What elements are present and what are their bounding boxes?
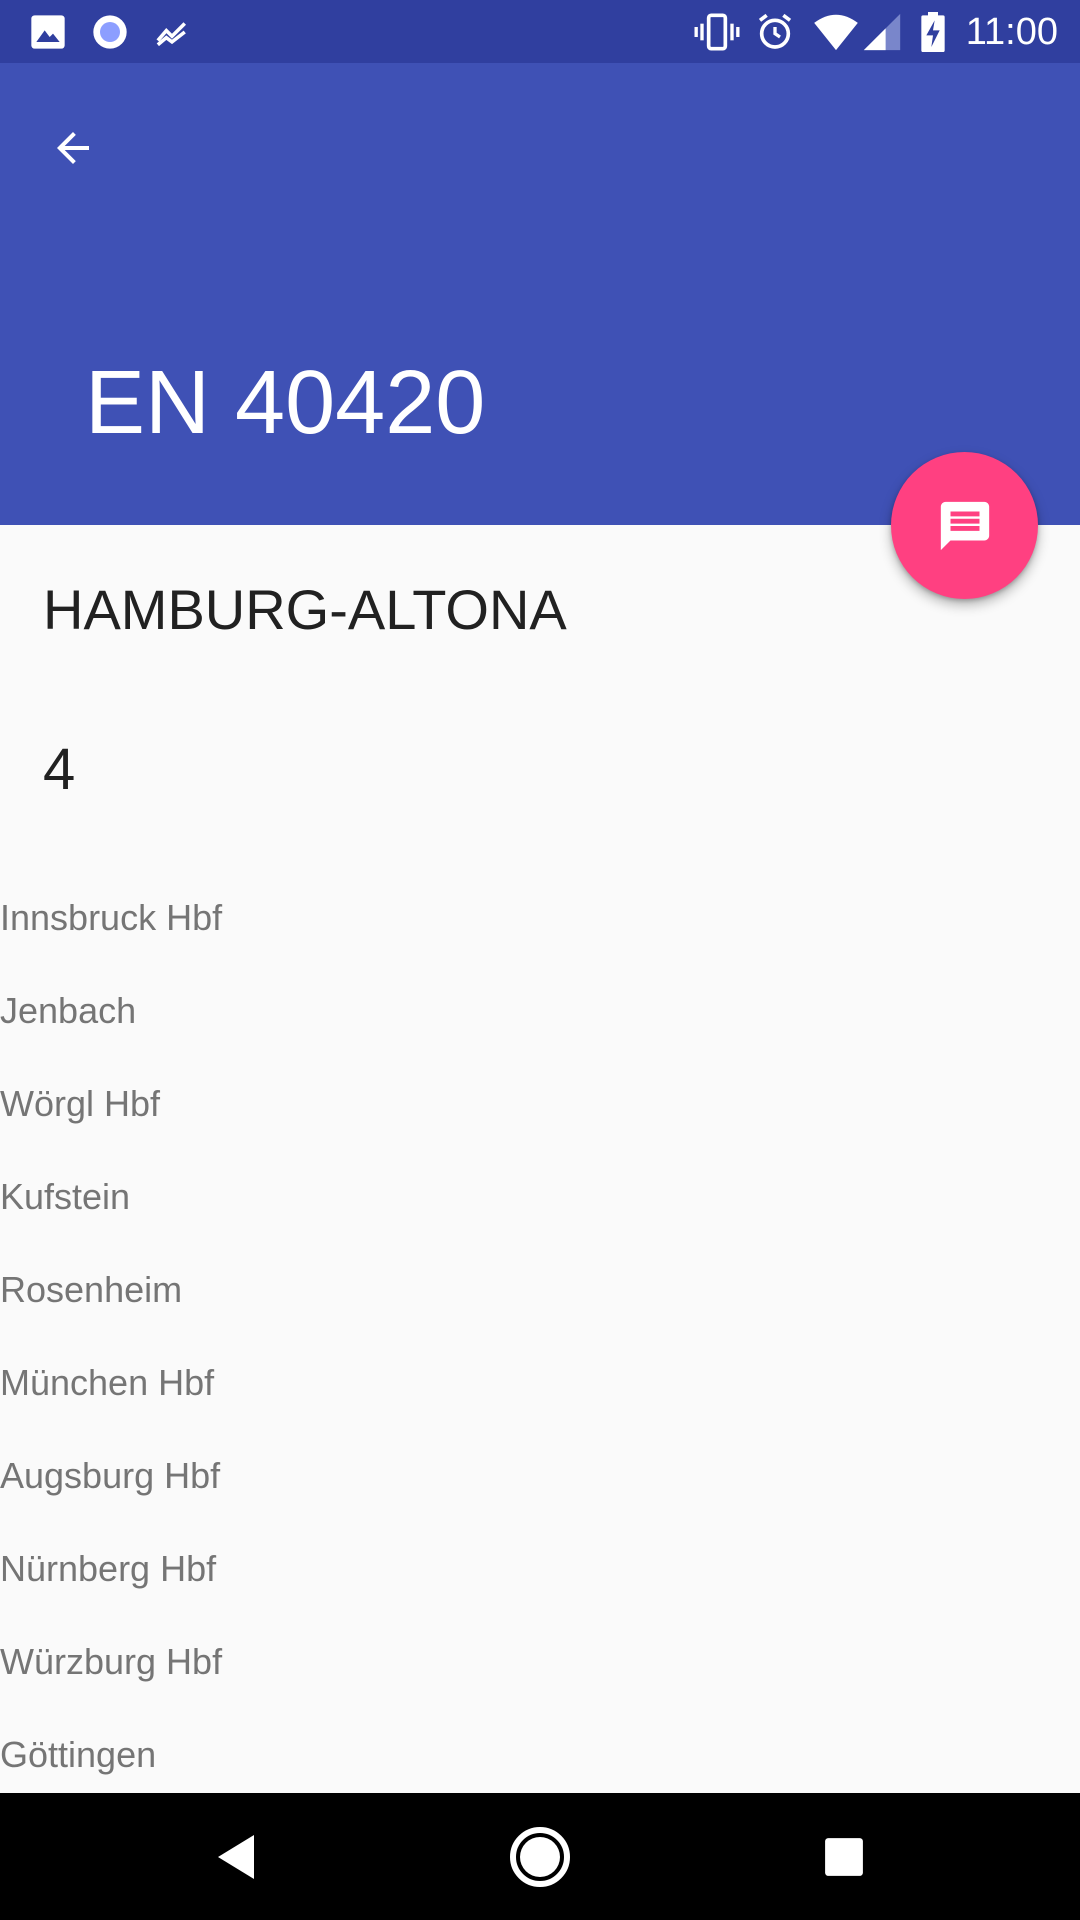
alarm-icon (758, 13, 792, 49)
image-notification-icon (31, 15, 65, 49)
stop-item: Würzburg Hbf (0, 1641, 223, 1682)
stop-item: Augsburg Hbf (0, 1455, 221, 1496)
back-button[interactable] (30, 105, 116, 191)
wifi-icon (814, 14, 858, 51)
circle-notification-icon (93, 15, 127, 49)
signal-icon (863, 13, 901, 51)
stop-item: Innsbruck Hbf (0, 897, 223, 938)
status-time: 11:00 (965, 11, 1058, 53)
stop-item: Nürnberg Hbf (0, 1548, 217, 1589)
destination-text: HAMBURG-ALTONA (43, 578, 567, 641)
nav-recents-icon (825, 1838, 863, 1876)
message-icon (940, 501, 989, 550)
nav-home-button[interactable] (504, 1821, 576, 1893)
arrow-back-icon (57, 132, 89, 164)
navigation-bar (0, 1793, 1080, 1920)
vibrate-icon (694, 13, 740, 51)
message-fab-button[interactable] (891, 452, 1038, 599)
stop-item: München Hbf (0, 1362, 215, 1403)
stop-item: Kufstein (0, 1176, 131, 1217)
chart-notification-icon (156, 22, 187, 47)
stops-list: Innsbruck Hbf Jenbach Wörgl Hbf Kufstein… (0, 880, 1080, 1810)
nav-recents-button[interactable] (808, 1821, 880, 1893)
page-title: EN 40420 (85, 353, 486, 453)
nav-home-icon (510, 1827, 570, 1887)
app-bar: EN 40420 (0, 63, 1080, 525)
nav-back-button[interactable] (200, 1821, 272, 1893)
status-bar: 11:00 (0, 0, 1080, 63)
nav-back-icon (218, 1835, 254, 1879)
stop-item: Jenbach (0, 990, 137, 1031)
screen: 11:00 EN 40420 HAMBURG-ALTONA 4 Innsbruc… (0, 0, 1080, 1920)
stop-item: Rosenheim (0, 1269, 183, 1310)
stop-item: Wörgl Hbf (0, 1083, 161, 1124)
platform-text: 4 (43, 737, 76, 802)
battery-charging-icon (921, 12, 945, 52)
